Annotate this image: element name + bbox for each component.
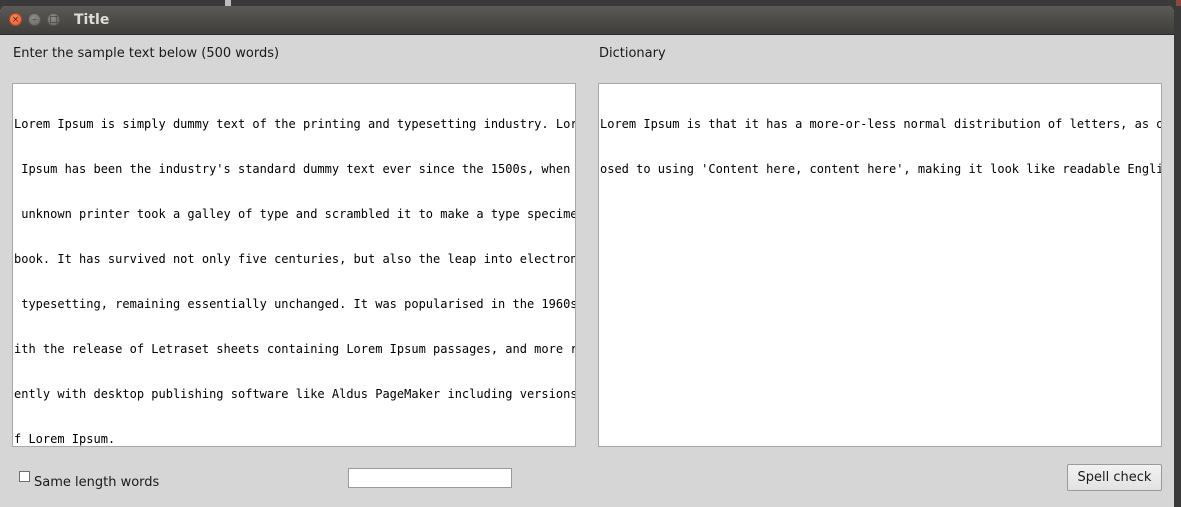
text-line: Ipsum has been the industry's standard d… bbox=[14, 162, 576, 176]
close-icon[interactable]: × bbox=[9, 13, 22, 26]
sample-text-label: Enter the sample text below (500 words) bbox=[13, 46, 280, 61]
sample-text-area[interactable]: Lorem Ipsum is simply dummy text of the … bbox=[12, 83, 576, 447]
text-line: ith the release of Letraset sheets conta… bbox=[14, 342, 576, 356]
dictionary-text-area[interactable]: Lorem Ipsum is that it has a more-or-les… bbox=[598, 83, 1162, 447]
title-bar[interactable]: × – □ Title bbox=[0, 6, 1174, 35]
text-line: Lorem Ipsum is that it has a more-or-les… bbox=[600, 117, 1162, 131]
dictionary-label: Dictionary bbox=[599, 46, 666, 61]
minimize-icon[interactable]: – bbox=[28, 13, 41, 26]
text-line: book. It has survived not only five cent… bbox=[14, 252, 576, 266]
app-window: × – □ Title Enter the sample text below … bbox=[0, 6, 1174, 507]
desktop-background-right bbox=[1174, 0, 1181, 507]
text-line: typesetting, remaining essentially uncha… bbox=[14, 297, 576, 311]
text-line: f Lorem Ipsum. bbox=[14, 432, 116, 446]
word-length-input[interactable] bbox=[348, 468, 512, 488]
text-line: osed to using 'Content here, content her… bbox=[600, 162, 1162, 176]
text-line: ently with desktop publishing software l… bbox=[14, 387, 576, 401]
spell-check-button[interactable]: Spell check bbox=[1067, 464, 1162, 491]
same-length-checkbox[interactable] bbox=[19, 471, 30, 482]
same-length-label[interactable]: Same length words bbox=[34, 475, 159, 490]
text-line: unknown printer took a galley of type an… bbox=[14, 207, 576, 221]
text-line: Lorem Ipsum is simply dummy text of the … bbox=[14, 117, 576, 131]
desktop-accent bbox=[1176, 0, 1181, 6]
maximize-icon[interactable]: □ bbox=[47, 13, 60, 26]
window-title: Title bbox=[74, 12, 110, 28]
